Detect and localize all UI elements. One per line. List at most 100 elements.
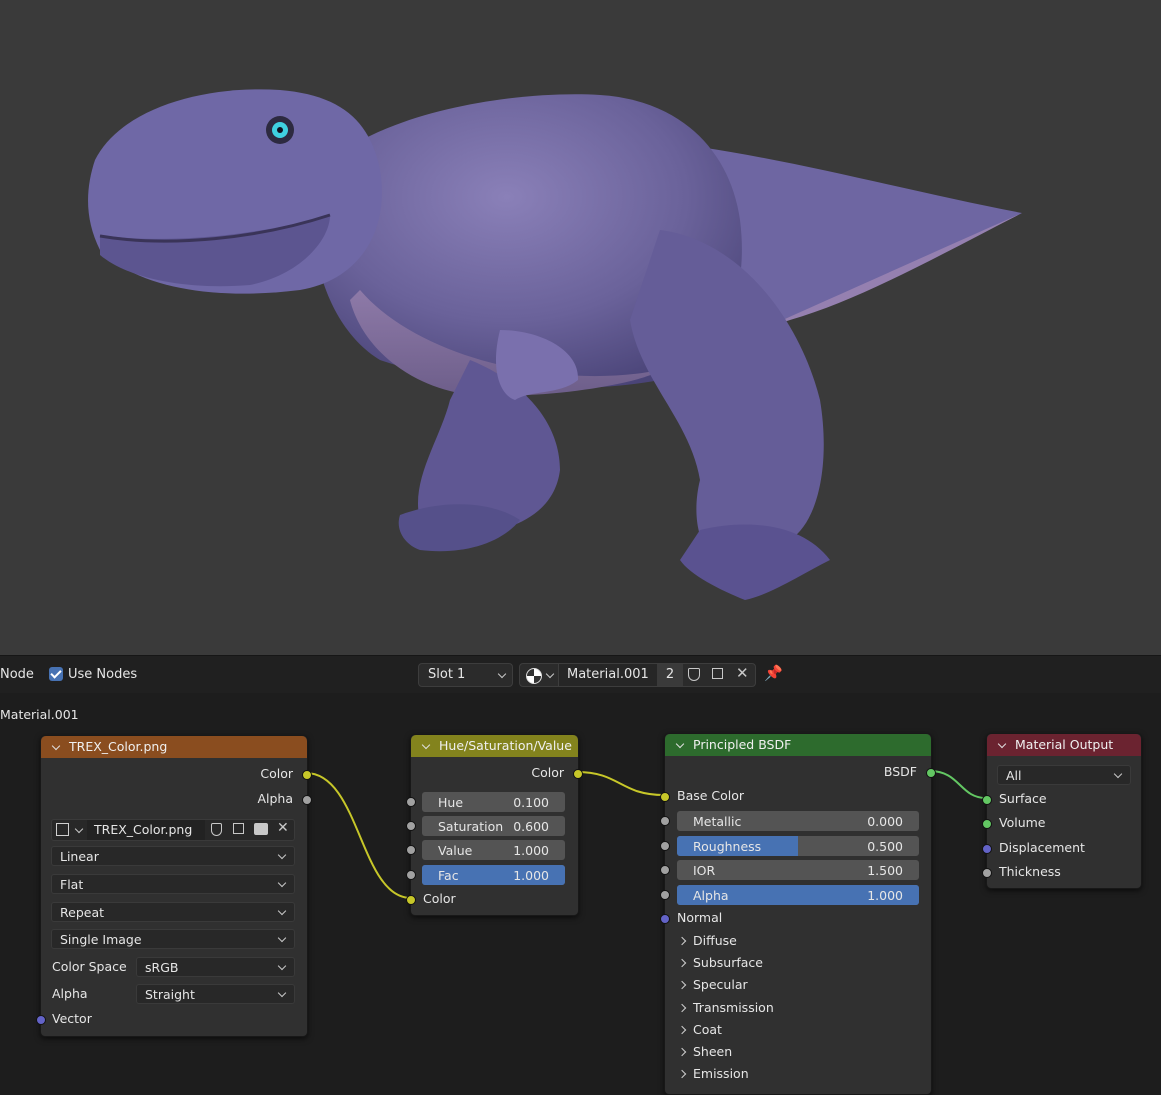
bsdf-output-socket[interactable]	[926, 768, 936, 778]
bsdf-header[interactable]: Principled BSDF	[665, 734, 931, 756]
source-dropdown[interactable]: Single Image	[51, 929, 295, 949]
image-browse-icon[interactable]	[56, 823, 69, 836]
thickness-label: Thickness	[999, 864, 1061, 879]
roughness-field[interactable]: Roughness 0.500	[677, 836, 919, 856]
image-texture-header[interactable]: TREX_Color.png	[41, 736, 307, 758]
hue-saturation-value-node[interactable]: Hue/Saturation/Value Color Hue 0.100 Satu…	[406, 734, 583, 916]
hue-field[interactable]: Hue 0.100	[422, 792, 565, 812]
alpha-socket[interactable]	[660, 890, 670, 900]
material-output-header[interactable]: Material Output	[987, 734, 1141, 756]
extension-dropdown[interactable]: Repeat	[51, 902, 295, 922]
fac-value: 1.000	[513, 868, 549, 883]
fake-user-shield-icon[interactable]	[688, 668, 700, 681]
hsv-title: Hue/Saturation/Value	[439, 738, 572, 753]
chevron-down-icon	[277, 850, 287, 860]
value-value: 1.000	[513, 843, 549, 858]
alpha-mode-dropdown[interactable]: Straight	[136, 984, 295, 1004]
collapse-chevron-icon[interactable]	[997, 739, 1007, 749]
use-nodes-checkbox[interactable]	[49, 667, 63, 681]
material-output-title: Material Output	[1015, 737, 1114, 752]
value-label: Value	[438, 843, 473, 858]
target-dropdown[interactable]: All	[997, 765, 1131, 785]
output-color-socket[interactable]	[302, 770, 312, 780]
collapse-chevron-icon[interactable]	[675, 739, 685, 749]
roughness-socket[interactable]	[660, 841, 670, 851]
hsv-output-color-socket[interactable]	[573, 769, 583, 779]
hue-socket[interactable]	[406, 797, 416, 807]
ior-value: 1.500	[867, 863, 903, 878]
alpha-label: Alpha	[693, 888, 729, 903]
chevron-right-icon	[677, 980, 687, 990]
alpha-mode-value: Straight	[145, 987, 195, 1002]
chevron-down-icon	[1113, 769, 1123, 779]
chevron-down-icon	[277, 933, 287, 943]
3d-viewport[interactable]	[0, 0, 1161, 655]
image-texture-node[interactable]: TREX_Color.png Color Alpha TREX_Color.pn…	[36, 735, 312, 1037]
value-field[interactable]: Value 1.000	[422, 840, 565, 860]
volume-label: Volume	[999, 815, 1046, 830]
color-space-dropdown[interactable]: sRGB	[136, 957, 295, 977]
output-alpha-socket[interactable]	[302, 795, 312, 805]
collapse-chevron-icon[interactable]	[421, 740, 431, 750]
fac-field[interactable]: Fac 1.000	[422, 865, 565, 885]
input-vector-socket[interactable]	[36, 1015, 46, 1025]
saturation-socket[interactable]	[406, 821, 416, 831]
ior-field[interactable]: IOR 1.500	[677, 860, 919, 880]
projection-dropdown[interactable]: Flat	[51, 874, 295, 894]
collapse-chevron-icon[interactable]	[51, 741, 61, 751]
fake-user-shield-icon[interactable]	[211, 823, 222, 836]
metallic-field[interactable]: Metallic 0.000	[677, 811, 919, 831]
link-bsdf-to-surface	[929, 770, 987, 799]
unlink-material-icon[interactable]: ✕	[736, 664, 749, 682]
trex-model-render	[88, 89, 1022, 600]
ior-label: IOR	[693, 863, 716, 878]
node-editor-canvas[interactable]: Material.001 TREX_Color.png Color Alpha …	[0, 693, 1161, 1095]
hue-label: Hue	[438, 795, 464, 810]
material-output-node[interactable]: Material Output All Surface Volume Displ…	[982, 733, 1142, 889]
volume-socket[interactable]	[982, 819, 992, 829]
projection-value: Flat	[60, 877, 84, 892]
panel-coat-label: Coat	[693, 1022, 722, 1037]
displacement-socket[interactable]	[982, 844, 992, 854]
material-name-field[interactable]: Material.001	[558, 664, 657, 686]
normal-socket[interactable]	[660, 914, 670, 924]
base-color-socket[interactable]	[660, 792, 670, 802]
value-socket[interactable]	[406, 845, 416, 855]
metallic-socket[interactable]	[660, 816, 670, 826]
ior-socket[interactable]	[660, 865, 670, 875]
hsv-input-color-label: Color	[423, 891, 456, 906]
hsv-header[interactable]: Hue/Saturation/Value	[411, 735, 578, 757]
use-nodes-label: Use Nodes	[68, 667, 138, 682]
open-image-icon[interactable]	[254, 823, 268, 835]
saturation-field[interactable]: Saturation 0.600	[422, 816, 565, 836]
metallic-label: Metallic	[693, 814, 742, 829]
duplicate-material-icon[interactable]	[712, 668, 723, 679]
slot-dropdown[interactable]: Slot 1	[418, 663, 513, 687]
chevron-down-icon	[277, 961, 287, 971]
material-browse-icon[interactable]	[526, 668, 542, 684]
user-count[interactable]: 2	[657, 664, 683, 686]
image-name: TREX_Color.png	[94, 822, 193, 837]
principled-bsdf-node[interactable]: Principled BSDF BSDF Base Color Metallic…	[660, 733, 936, 1095]
alpha-value: 1.000	[867, 888, 903, 903]
chevron-right-icon	[677, 936, 687, 946]
unlink-image-icon[interactable]: ✕	[277, 820, 289, 836]
panel-subsurface-label: Subsurface	[693, 955, 763, 970]
hue-value: 0.100	[513, 795, 549, 810]
interpolation-dropdown[interactable]: Linear	[51, 846, 295, 866]
image-name-field[interactable]: TREX_Color.png	[87, 820, 205, 840]
duplicate-image-icon[interactable]	[233, 823, 244, 834]
hsv-input-color-socket[interactable]	[406, 895, 416, 905]
material-name: Material.001	[567, 667, 649, 682]
node-menu[interactable]: Node	[0, 667, 34, 682]
link-color-to-hsv	[305, 772, 412, 899]
alpha-field[interactable]: Alpha 1.000	[677, 885, 919, 905]
output-color-label: Color	[260, 766, 293, 781]
surface-socket[interactable]	[982, 795, 992, 805]
thickness-socket[interactable]	[982, 868, 992, 878]
link-hsv-to-basecolor	[576, 771, 665, 796]
chevron-right-icon	[677, 958, 687, 968]
pin-icon[interactable]: 📌	[764, 664, 783, 682]
panel-emission-label: Emission	[693, 1066, 749, 1081]
fac-socket[interactable]	[406, 870, 416, 880]
